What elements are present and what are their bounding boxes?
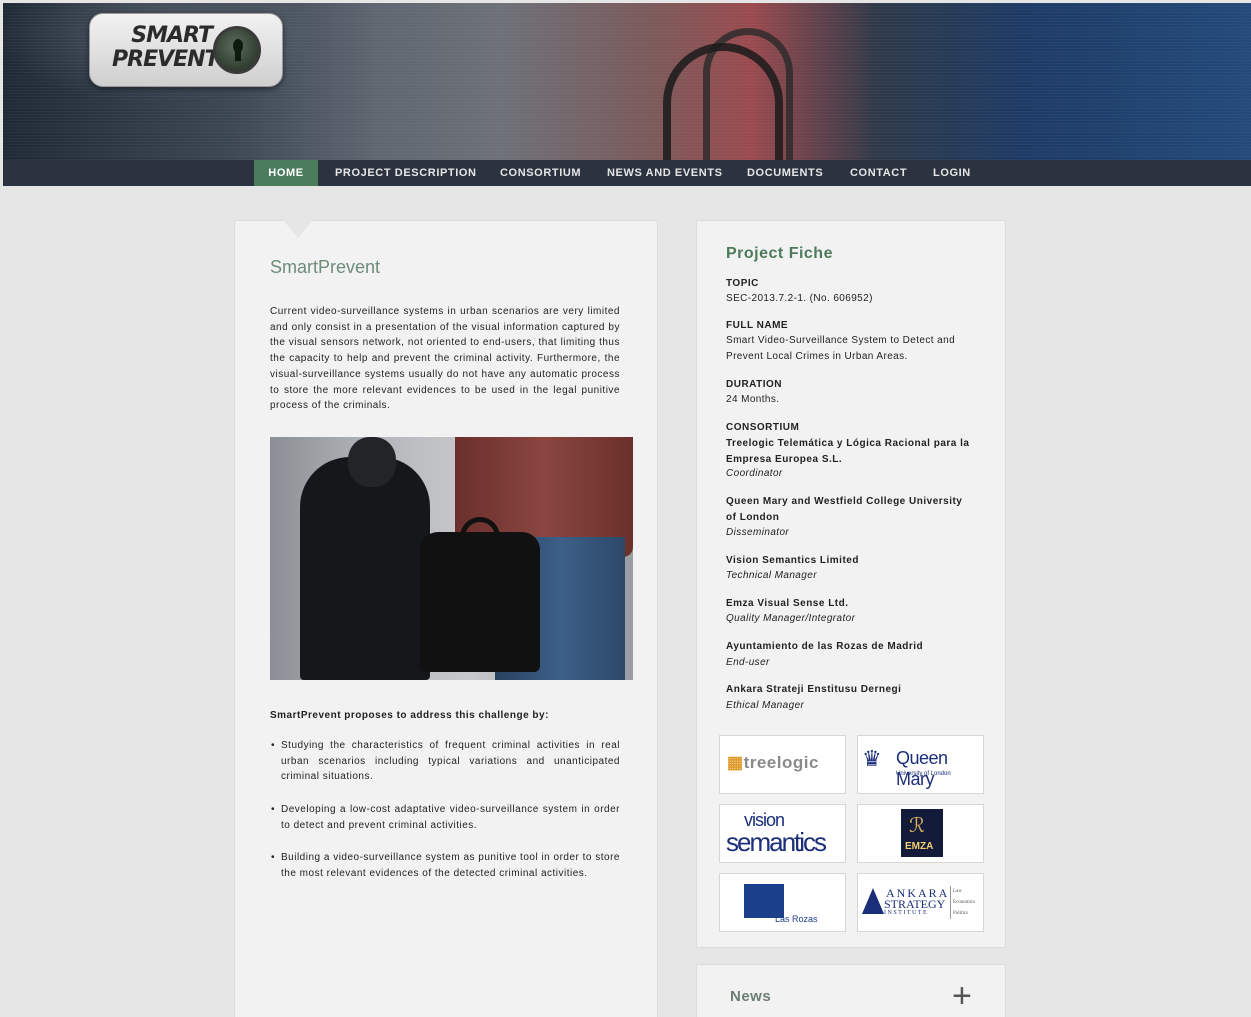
nav-project-description[interactable]: PROJECT DESCRIPTION	[335, 160, 477, 186]
nav-contact[interactable]: CONTACT	[850, 160, 907, 186]
emza-wordmark: EMZA	[905, 841, 934, 852]
nav-login[interactable]: LOGIN	[933, 160, 971, 186]
emza-mark-icon: ℛ	[909, 815, 925, 837]
queen-mary-logo[interactable]: ♛ Queen Mary University of London	[857, 735, 984, 794]
treelogic-logo[interactable]: ▦treelogic	[719, 735, 846, 794]
treelogic-wordmark: treelogic	[743, 753, 819, 772]
qm-wordmark: Queen Mary	[896, 748, 948, 789]
page-title: SmartPrevent	[270, 257, 381, 277]
ankara-side-labels: Law Economics Politics	[950, 886, 975, 919]
logo-line-1: SMART	[131, 23, 213, 48]
ankara-side-economics: Economics	[953, 900, 976, 905]
emza-logo[interactable]: ℛ EMZA	[857, 804, 984, 863]
rozas-emblem-icon	[744, 884, 784, 918]
photo-bag	[420, 532, 540, 672]
qm-subtitle: University of London	[896, 771, 951, 777]
member-role: Quality Manager/Integrator	[726, 613, 856, 624]
ankara-word-3: INSTITUTE	[884, 910, 929, 916]
topic-value: SEC-2013.7.2-1. (No. 606952)	[726, 293, 873, 304]
member-org: Ankara Strateji Enstitusu Dernegi	[726, 684, 902, 695]
logo-line-2: PREVENT	[112, 47, 220, 72]
news-title: News	[730, 988, 772, 1005]
ankara-side-law: Law	[953, 889, 962, 894]
emza-badge: ℛ EMZA	[901, 809, 943, 857]
fullname-value: Smart Video-Surveillance System to Detec…	[726, 335, 956, 362]
surveillance-photo	[270, 437, 633, 680]
photo-hood	[348, 437, 396, 487]
ankara-side-politics: Politics	[953, 911, 969, 916]
ankara-strategy-logo[interactable]: ANKARA STRATEGY INSTITUTE Law Economics …	[857, 873, 984, 932]
main-nav: HOME PROJECT DESCRIPTION CONSORTIUM NEWS…	[3, 160, 1251, 186]
fullname-label: FULL NAME	[726, 320, 789, 331]
card-notch	[283, 220, 313, 238]
challenge-subheading: SmartPrevent proposes to address this ch…	[270, 710, 549, 721]
list-item: Developing a low-cost adaptative video-s…	[271, 802, 620, 833]
member-org: Treelogic Telemática y Lógica Racional p…	[726, 438, 970, 465]
list-item: Studying the characteristics of frequent…	[271, 738, 620, 785]
member-org: Vision Semantics Limited	[726, 555, 859, 566]
topic-label: TOPIC	[726, 278, 759, 289]
member-org: Ayuntamiento de las Rozas de Madrid	[726, 641, 924, 652]
site-logo[interactable]: SMART PREVENT	[89, 13, 283, 87]
rozas-wordmark: Las Rozas	[775, 914, 818, 924]
nav-consortium[interactable]: CONSORTIUM	[500, 160, 581, 186]
member-org: Emza Visual Sense Ltd.	[726, 598, 849, 609]
banner-bag-handle-2	[663, 43, 783, 160]
consortium-label: CONSORTIUM	[726, 422, 800, 433]
photo-hooded-person	[300, 457, 430, 680]
member-role: Coordinator	[726, 468, 783, 479]
intro-paragraph: Current video-surveillance systems in ur…	[270, 306, 620, 412]
vs-wordmark-2: semantics	[726, 827, 827, 857]
logo-wordmark: SMART PREVENT	[112, 23, 220, 72]
member-role: Ethical Manager	[726, 700, 805, 711]
ankara-triangle-icon	[862, 888, 884, 914]
member-role: End-user	[726, 657, 770, 668]
crown-icon: ♛	[862, 746, 882, 771]
member-org: Queen Mary and Westfield College Univers…	[726, 496, 963, 523]
nav-home[interactable]: HOME	[254, 160, 318, 186]
expand-plus-icon[interactable]: +	[952, 979, 972, 1013]
las-rozas-logo[interactable]: Las Rozas	[719, 873, 846, 932]
member-role: Disseminator	[726, 527, 790, 538]
keyhole-icon	[213, 26, 261, 74]
nav-news-and-events[interactable]: NEWS AND EVENTS	[607, 160, 723, 186]
nav-documents[interactable]: DOCUMENTS	[747, 160, 823, 186]
member-role: Technical Manager	[726, 570, 817, 581]
fiche-title: Project Fiche	[726, 245, 833, 262]
duration-value: 24 Months.	[726, 394, 780, 405]
duration-label: DURATION	[726, 379, 783, 390]
vision-semantics-logo[interactable]: vision semantics	[719, 804, 846, 863]
list-item: Building a video-surveillance system as …	[271, 850, 620, 881]
